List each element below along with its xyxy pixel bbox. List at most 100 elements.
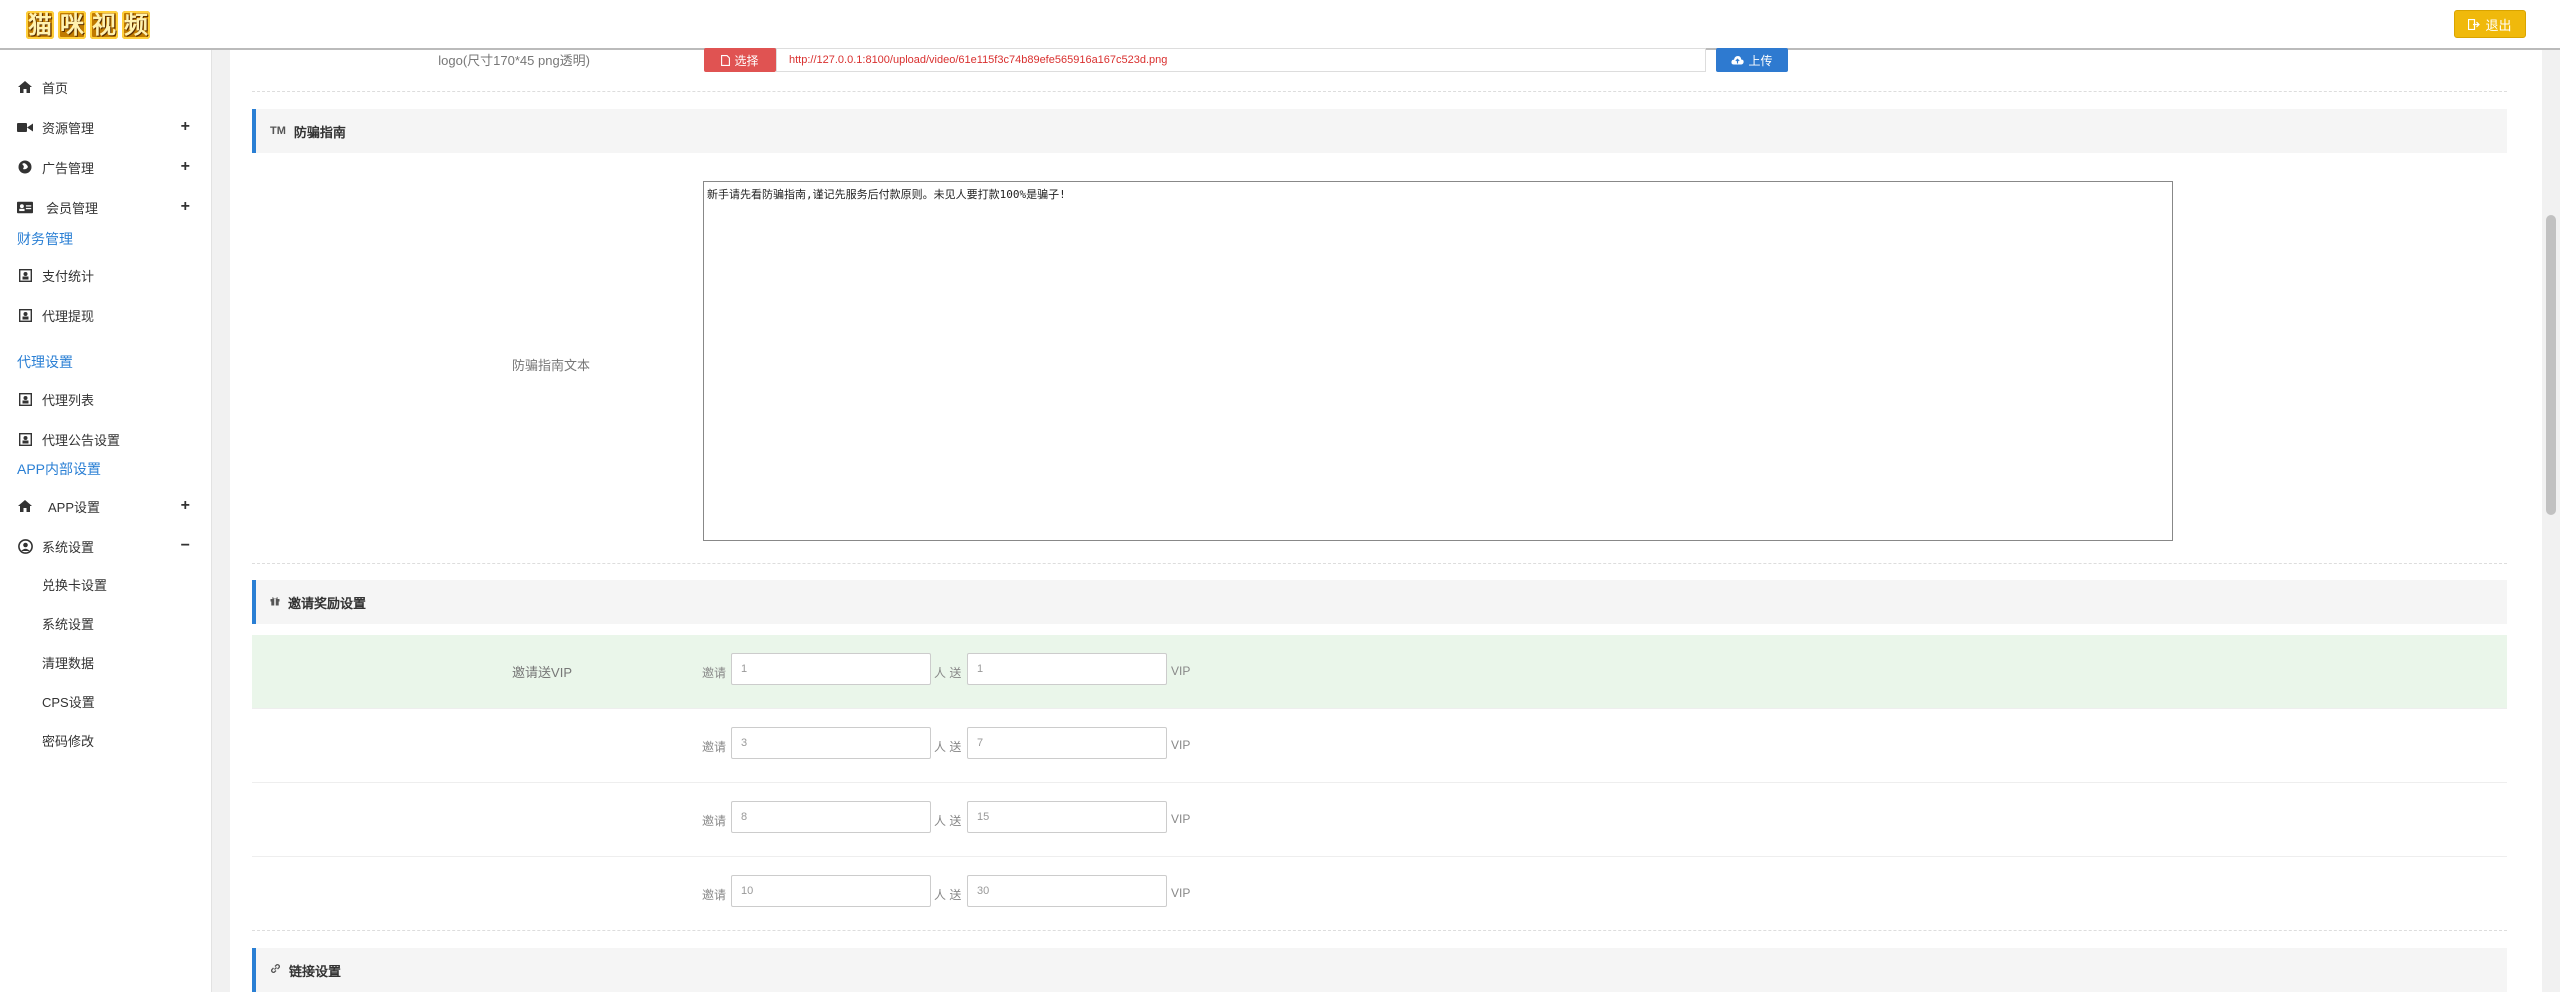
divider <box>252 930 2507 931</box>
invite-count-input[interactable]: 1 <box>731 653 931 685</box>
antifraud-text-label: 防骗指南文本 <box>511 358 590 373</box>
sidebar-item-agent-list[interactable]: 代理列表 <box>0 384 212 414</box>
sidebar-item-label: 首页 <box>42 80 69 96</box>
logo-char: 频 <box>122 10 150 39</box>
person-give-word: 人 送 <box>934 666 962 680</box>
invite-row: 邀请送VIP 邀请 1 人 送 1 VIP <box>252 635 2507 709</box>
expand-icon: + <box>180 158 190 175</box>
user-box-icon <box>17 307 33 323</box>
sidebar-item-label: 会员管理 <box>46 200 99 216</box>
invite-section-title: 邀请奖励设置 <box>288 595 367 611</box>
link-icon <box>270 963 281 977</box>
invite-word: 邀请 <box>702 888 727 902</box>
person-give-word: 人 送 <box>934 740 962 754</box>
invite-word: 邀请 <box>702 666 727 680</box>
choose-file-label: 选择 <box>734 53 759 68</box>
trademark-icon: TM <box>270 125 286 137</box>
sidebar-item-label: 支付统计 <box>42 268 95 284</box>
sidebar-item-label: 广告管理 <box>42 160 95 176</box>
cloud-upload-icon <box>1731 56 1745 65</box>
globe-icon <box>17 159 33 175</box>
invite-count-input[interactable]: 3 <box>731 727 931 759</box>
divider <box>252 563 2507 564</box>
sidebar-subitem-clear-data[interactable]: 清理数据 <box>42 654 94 674</box>
id-card-icon <box>17 199 33 215</box>
collapse-icon: − <box>180 537 190 554</box>
sidebar-item-ads[interactable]: 广告管理 + <box>0 152 212 182</box>
invite-word: 邀请 <box>702 740 727 754</box>
sidebar-item-label: 系统设置 <box>42 539 95 555</box>
links-section-title: 链接设置 <box>289 963 342 979</box>
expand-icon: + <box>180 497 190 514</box>
sidebar-subitem-password[interactable]: 密码修改 <box>42 732 94 752</box>
sidebar-item-label: APP设置 <box>48 499 101 515</box>
sidebar: 首页 资源管理 + 广告管理 + 会员管理 + 财务管理 支付统计 代理提现 代… <box>0 50 212 992</box>
links-section-header: 链接设置 <box>252 948 2507 992</box>
sidebar-subitem-redeem-card[interactable]: 兑换卡设置 <box>42 576 107 596</box>
user-box-icon <box>17 431 33 447</box>
antifraud-section-title: 防骗指南 <box>293 124 346 140</box>
user-box-icon <box>17 267 33 283</box>
sidebar-item-label: 代理列表 <box>42 392 95 408</box>
antifraud-textarea[interactable]: 新手请先看防骗指南,谨记先服务后付款原则。未见人要打款100%是骗子! <box>703 181 2173 541</box>
logo-char: 咪 <box>58 10 86 39</box>
home-icon <box>17 498 33 514</box>
logout-label: 退出 <box>2485 17 2512 33</box>
sidebar-item-agent-withdraw[interactable]: 代理提现 <box>0 300 212 330</box>
vip-word: VIP <box>1171 886 1191 900</box>
vip-word: VIP <box>1171 664 1191 678</box>
expand-icon: + <box>180 118 190 135</box>
invite-vip-label: 邀请送VIP <box>512 665 572 680</box>
logo-url-input[interactable]: http://127.0.0.1:8100/upload/video/61e11… <box>776 48 1706 72</box>
user-box-icon <box>17 391 33 407</box>
person-give-word: 人 送 <box>934 888 962 902</box>
divider <box>252 91 2507 92</box>
home-icon <box>17 79 33 95</box>
gift-icon <box>270 596 280 609</box>
sidebar-item-home[interactable]: 首页 <box>0 72 212 102</box>
upload-button[interactable]: 上传 <box>1716 48 1788 72</box>
sidebar-section-agent: 代理设置 <box>17 354 73 370</box>
logo-char: 猫 <box>26 10 54 39</box>
scrollbar-thumb[interactable] <box>2546 215 2556 515</box>
vip-word: VIP <box>1171 738 1191 752</box>
top-bar: 猫 咪 视 频 退出 <box>0 0 2560 50</box>
sidebar-item-resource[interactable]: 资源管理 + <box>0 112 212 142</box>
sidebar-item-pay-stats[interactable]: 支付统计 <box>0 260 212 290</box>
vip-days-input[interactable]: 30 <box>967 875 1167 907</box>
sidebar-section-finance: 财务管理 <box>17 231 73 247</box>
choose-file-button[interactable]: 选择 <box>704 48 776 72</box>
invite-word: 邀请 <box>702 814 727 828</box>
user-circle-icon <box>17 538 33 554</box>
app-logo: 猫 咪 视 频 <box>26 11 150 41</box>
logout-icon <box>2468 18 2481 30</box>
invite-row: 邀请 10 人 送 30 VIP <box>252 857 2507 931</box>
antifraud-section-header: TM 防骗指南 <box>252 109 2507 153</box>
main-content: logo(尺寸170*45 png透明) 选择 http://127.0.0.1… <box>230 48 2542 992</box>
invite-section-header: 邀请奖励设置 <box>252 580 2507 624</box>
invite-count-input[interactable]: 8 <box>731 801 931 833</box>
invite-count-input[interactable]: 10 <box>731 875 931 907</box>
sidebar-subitem-system-settings[interactable]: 系统设置 <box>42 615 94 635</box>
vip-days-input[interactable]: 15 <box>967 801 1167 833</box>
sidebar-item-app-settings[interactable]: APP设置 + <box>0 491 212 521</box>
sidebar-item-agent-notice[interactable]: 代理公告设置 <box>0 424 212 454</box>
logo-row-label: logo(尺寸170*45 png透明) <box>438 53 590 68</box>
person-give-word: 人 送 <box>934 814 962 828</box>
sidebar-section-app: APP内部设置 <box>17 461 102 477</box>
logout-button[interactable]: 退出 <box>2454 10 2526 38</box>
vip-days-input[interactable]: 7 <box>967 727 1167 759</box>
logo-char: 视 <box>90 10 118 39</box>
sidebar-item-label: 代理公告设置 <box>42 432 121 448</box>
page-scrollbar[interactable] <box>2542 50 2560 992</box>
sidebar-subitem-cps[interactable]: CPS设置 <box>42 693 95 713</box>
video-camera-icon <box>17 119 33 135</box>
sidebar-item-system[interactable]: 系统设置 − <box>0 531 212 561</box>
content-gutter <box>212 50 230 992</box>
expand-icon: + <box>180 198 190 215</box>
sidebar-item-members[interactable]: 会员管理 + <box>0 192 212 222</box>
file-icon <box>721 54 731 66</box>
sidebar-item-label: 代理提现 <box>42 308 95 324</box>
vip-days-input[interactable]: 1 <box>967 653 1167 685</box>
invite-row: 邀请 3 人 送 7 VIP <box>252 709 2507 783</box>
